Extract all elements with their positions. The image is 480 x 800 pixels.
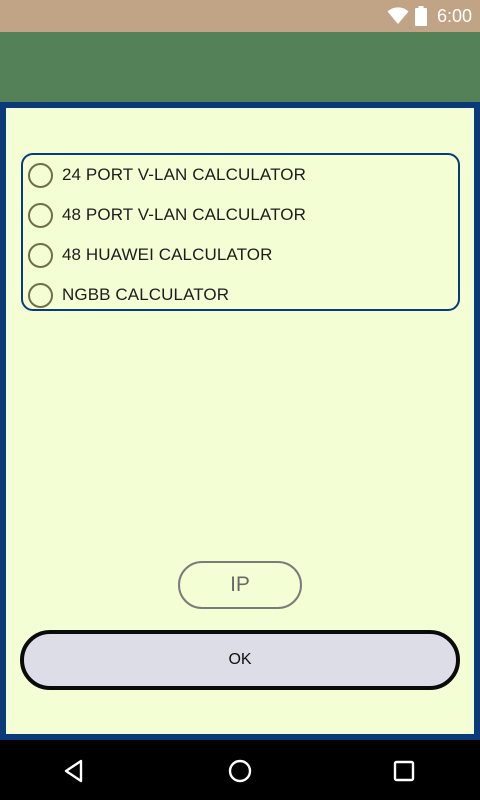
radio-button-icon[interactable] — [28, 162, 53, 188]
recents-icon[interactable] — [391, 758, 417, 784]
radio-button-icon[interactable] — [28, 242, 53, 268]
ok-button[interactable]: OK — [20, 630, 460, 690]
radio-button-icon[interactable] — [28, 282, 53, 308]
radio-option-24-port-vlan[interactable]: 24 PORT V-LAN CALCULATOR — [28, 158, 448, 192]
radio-option-label: NGBB CALCULATOR — [62, 285, 230, 304]
radio-option-label: 48 PORT V-LAN CALCULATOR — [62, 205, 306, 224]
radio-option-48-huawei[interactable]: 48 HUAWEI CALCULATOR — [28, 238, 448, 272]
battery-icon — [414, 6, 427, 26]
app-bar — [0, 32, 480, 102]
ip-button[interactable]: IP — [178, 561, 302, 609]
calculator-radio-group: 24 PORT V-LAN CALCULATOR 48 PORT V-LAN C… — [21, 153, 460, 311]
navigation-bar — [0, 740, 480, 800]
radio-option-48-port-vlan[interactable]: 48 PORT V-LAN CALCULATOR — [28, 198, 448, 232]
radio-option-label: 48 HUAWEI CALCULATOR — [62, 245, 273, 264]
status-bar: 6:00 — [0, 0, 480, 32]
status-time: 6:00 — [436, 5, 472, 26]
radio-option-ngbb[interactable]: NGBB CALCULATOR — [28, 278, 448, 312]
radio-option-label: 24 PORT V-LAN CALCULATOR — [62, 165, 306, 184]
wifi-icon — [387, 7, 409, 25]
calculator-panel: 24 PORT V-LAN CALCULATOR 48 PORT V-LAN C… — [0, 102, 480, 740]
radio-button-icon[interactable] — [28, 202, 53, 228]
home-icon[interactable] — [227, 758, 253, 784]
back-icon[interactable] — [62, 758, 88, 784]
